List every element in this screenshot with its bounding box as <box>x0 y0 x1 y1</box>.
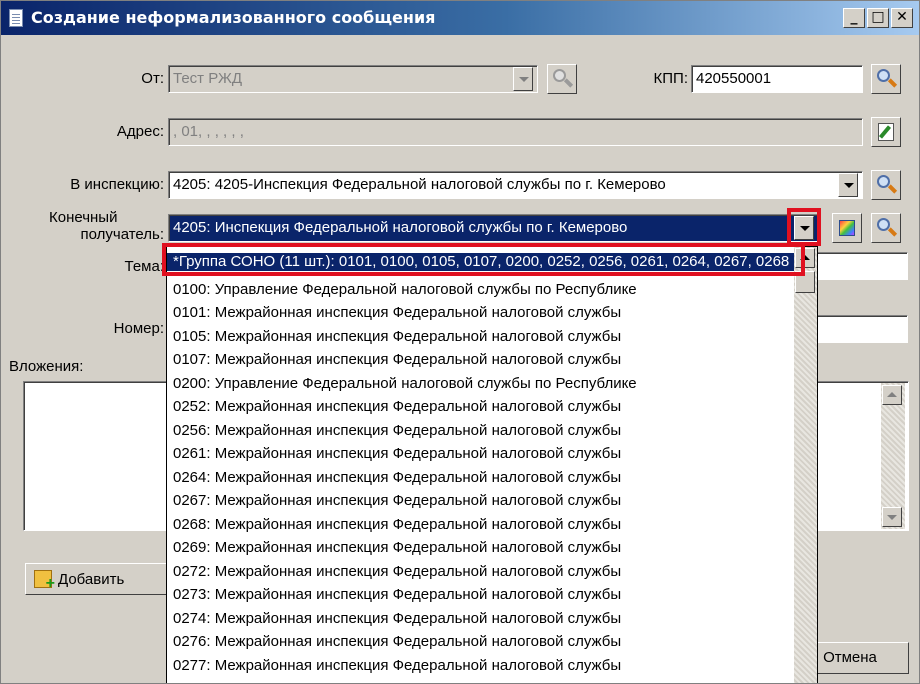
scroll-down-button[interactable] <box>882 507 902 527</box>
window-title: Создание неформализованного сообщения <box>31 8 436 27</box>
recipient-palette-button[interactable] <box>832 213 862 243</box>
close-button[interactable]: ✕ <box>891 8 913 28</box>
title-bar[interactable]: Создание неформализованного сообщения _ … <box>1 1 919 35</box>
recipient-dropdown-list[interactable]: *Группа СОНО (11 шт.): 0101, 0100, 0105,… <box>166 246 818 683</box>
edit-icon <box>878 123 894 141</box>
palette-icon <box>839 220 855 236</box>
attachments-scrollbar[interactable] <box>881 383 905 529</box>
message-dialog: Создание неформализованного сообщения _ … <box>0 0 920 684</box>
add-attachment-button[interactable]: Добавить <box>25 563 175 595</box>
from-label: От: <box>141 70 164 87</box>
recipient-value: 4205: Инспекция Федеральной налоговой сл… <box>173 219 628 236</box>
dropdown-item[interactable]: 0268: Межрайонная инспекция Федеральной … <box>167 516 791 534</box>
recipient-label: Конечный получатель: <box>21 209 164 243</box>
dropdown-item[interactable]: 0105: Межрайонная инспекция Федеральной … <box>167 328 791 346</box>
inspection-label: В инспекцию: <box>70 176 164 193</box>
dropdown-highlight <box>787 208 821 246</box>
dropdown-item[interactable]: 0264: Межрайонная инспекция Федеральной … <box>167 469 791 487</box>
attachments-label: Вложения: <box>9 358 84 375</box>
inspection-dropdown-button[interactable] <box>838 173 858 197</box>
dropdown-item[interactable]: 0252: Межрайонная инспекция Федеральной … <box>167 398 791 416</box>
dropdown-item[interactable]: 0200: Управление Федеральной налоговой с… <box>167 375 791 393</box>
recipient-label-line1: Конечный <box>49 209 118 226</box>
maximize-button[interactable]: □ <box>867 8 889 28</box>
dropdown-scrollbar[interactable] <box>794 247 817 683</box>
inspection-combobox[interactable]: 4205: 4205-Инспекция Федеральной налогов… <box>168 171 863 199</box>
scroll-up-button[interactable] <box>882 385 902 405</box>
dropdown-item[interactable]: 0261: Межрайонная инспекция Федеральной … <box>167 445 791 463</box>
minimize-button[interactable]: _ <box>843 8 865 28</box>
from-field: Тест РЖД <box>168 65 538 93</box>
inspection-search-button[interactable] <box>871 170 901 200</box>
address-field: , 01, , , , , , <box>168 118 863 146</box>
kpp-field[interactable]: 420550001 <box>691 65 863 93</box>
add-button-label: Добавить <box>58 571 125 588</box>
dropdown-item[interactable]: 0277: Межрайонная инспекция Федеральной … <box>167 657 791 675</box>
address-edit-button[interactable] <box>871 117 901 147</box>
document-icon <box>9 9 23 27</box>
kpp-value: 420550001 <box>696 70 772 87</box>
dropdown-item[interactable]: 0267: Межрайонная инспекция Федеральной … <box>167 492 791 510</box>
kpp-label: КПП: <box>653 70 688 87</box>
from-value: Тест РЖД <box>173 70 243 87</box>
dropdown-item[interactable]: 0274: Межрайонная инспекция Федеральной … <box>167 610 791 628</box>
kpp-search-button[interactable] <box>871 64 901 94</box>
recipient-combobox[interactable]: 4205: Инспекция Федеральной налоговой сл… <box>168 214 818 242</box>
dropdown-item[interactable]: 0272: Межрайонная инспекция Федеральной … <box>167 563 791 581</box>
inspection-value: 4205: 4205-Инспекция Федеральной налогов… <box>173 176 666 193</box>
dropdown-item[interactable]: 0100: Управление Федеральной налоговой с… <box>167 281 791 299</box>
selected-item-highlight <box>162 243 805 276</box>
recipient-search-button[interactable] <box>871 213 901 243</box>
address-value: , 01, , , , , , <box>173 123 244 140</box>
dropdown-item[interactable]: 0101: Межрайонная инспекция Федеральной … <box>167 304 791 322</box>
number-label: Номер: <box>113 320 164 337</box>
recipient-label-line2: получатель: <box>80 226 165 243</box>
subject-label: Тема: <box>124 258 165 275</box>
address-label: Адрес: <box>116 123 164 140</box>
dropdown-item[interactable]: 0269: Межрайонная инспекция Федеральной … <box>167 539 791 557</box>
dropdown-item[interactable]: 0107: Межрайонная инспекция Федеральной … <box>167 351 791 369</box>
dropdown-item[interactable]: 0276: Межрайонная инспекция Федеральной … <box>167 633 791 651</box>
from-dropdown-button <box>513 67 533 91</box>
dropdown-item[interactable]: 0256: Межрайонная инспекция Федеральной … <box>167 422 791 440</box>
add-icon <box>34 570 55 593</box>
dropdown-item[interactable]: 0273: Межрайонная инспекция Федеральной … <box>167 586 791 604</box>
cancel-button-label: Отмена <box>823 649 877 666</box>
from-search-button <box>547 64 577 94</box>
